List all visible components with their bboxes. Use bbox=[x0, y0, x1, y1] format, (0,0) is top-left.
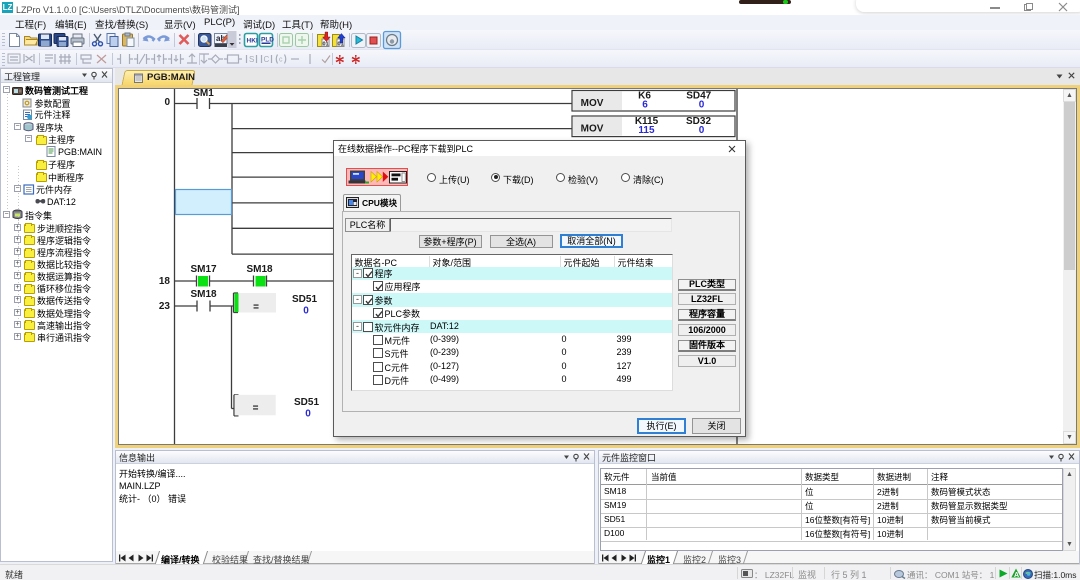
svg-text:01: 01 bbox=[323, 42, 329, 48]
svg-text:SM18: SM18 bbox=[190, 289, 217, 300]
svg-text:115: 115 bbox=[638, 125, 655, 136]
svg-text:0: 0 bbox=[305, 409, 311, 420]
svg-text:SD51: SD51 bbox=[294, 397, 319, 408]
svg-text:SD51: SD51 bbox=[292, 294, 317, 305]
svg-text:0: 0 bbox=[164, 97, 170, 108]
svg-text:0: 0 bbox=[699, 100, 705, 111]
svg-text:S: S bbox=[249, 55, 254, 64]
svg-text:MOV: MOV bbox=[581, 98, 604, 109]
svg-text:0: 0 bbox=[699, 125, 705, 136]
svg-text:HKI: HKI bbox=[247, 38, 258, 45]
svg-text:SM18: SM18 bbox=[246, 264, 273, 275]
svg-text:PLD: PLD bbox=[261, 37, 274, 44]
svg-text:A: A bbox=[1014, 572, 1019, 578]
svg-text:c: c bbox=[279, 57, 283, 64]
svg-text:0: 0 bbox=[303, 306, 309, 317]
svg-text:MOV: MOV bbox=[581, 124, 604, 135]
svg-text:18: 18 bbox=[159, 276, 171, 287]
svg-text:23: 23 bbox=[159, 301, 171, 312]
svg-text:=: = bbox=[253, 302, 259, 313]
svg-text:=: = bbox=[253, 403, 259, 414]
svg-text:SM1: SM1 bbox=[193, 89, 214, 99]
svg-text:C: C bbox=[264, 55, 270, 64]
svg-text:6: 6 bbox=[642, 100, 648, 111]
svg-text:SM17: SM17 bbox=[190, 264, 217, 275]
